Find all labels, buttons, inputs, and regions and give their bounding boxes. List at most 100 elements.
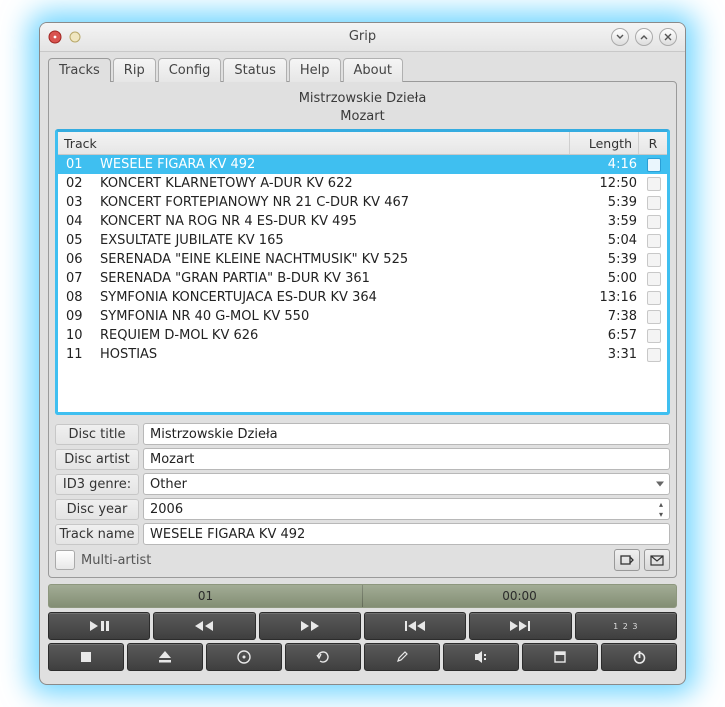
track-length: 7:38 <box>575 309 643 324</box>
eject-button[interactable] <box>127 643 203 671</box>
track-row[interactable]: 05EXSULTATE JUBILATE KV 1655:04 <box>58 231 667 250</box>
rip-checkbox[interactable] <box>647 348 661 362</box>
track-rip-cell[interactable] <box>643 177 667 191</box>
track-length: 6:57 <box>575 328 643 343</box>
disc-title-label: Disc title <box>55 424 139 445</box>
track-row[interactable]: 02KONCERT KLARNETOWY A-DUR KV 62212:50 <box>58 174 667 193</box>
track-column-headers[interactable]: Track Length R <box>58 132 667 155</box>
tab-help[interactable]: Help <box>289 58 341 82</box>
disc-year-spin[interactable] <box>143 498 670 520</box>
track-number: 10 <box>58 328 94 343</box>
track-title: REQUIEM D-MOL KV 626 <box>94 328 575 343</box>
edit-track-button[interactable] <box>364 643 440 671</box>
compact-mode-button[interactable] <box>522 643 598 671</box>
disc-title-input[interactable] <box>143 423 670 445</box>
rip-checkbox[interactable] <box>647 329 661 343</box>
multi-artist-label: Multi-artist <box>81 553 151 568</box>
track-length: 5:04 <box>575 233 643 248</box>
track-row[interactable]: 10REQUIEM D-MOL KV 6266:57 <box>58 326 667 345</box>
track-rip-cell[interactable] <box>643 329 667 343</box>
album-header: Mistrzowskie Dzieła Mozart <box>55 88 670 129</box>
track-rip-cell[interactable] <box>643 196 667 210</box>
disc-artist-input[interactable] <box>143 448 670 470</box>
tab-tracks[interactable]: Tracks <box>48 58 111 82</box>
track-rip-cell[interactable] <box>643 272 667 286</box>
multi-artist-checkbox[interactable] <box>55 550 75 570</box>
rip-checkbox[interactable] <box>647 291 661 305</box>
tab-bar: Tracks Rip Config Status Help About <box>48 58 677 82</box>
col-header-rip[interactable]: R <box>639 132 667 154</box>
track-length: 4:16 <box>575 157 643 172</box>
prev-track-button[interactable] <box>364 612 466 640</box>
tab-rip[interactable]: Rip <box>113 58 156 82</box>
track-rip-cell[interactable] <box>643 348 667 362</box>
playback-progress[interactable]: 01 00:00 <box>48 584 677 608</box>
track-rip-cell[interactable] <box>643 310 667 324</box>
forward-button[interactable] <box>259 612 361 640</box>
tab-about[interactable]: About <box>343 58 403 82</box>
play-pause-button[interactable] <box>48 612 150 640</box>
track-title: SERENADA "EINE KLEINE NACHTMUSIK" KV 525 <box>94 252 575 267</box>
track-title: KONCERT KLARNETOWY A-DUR KV 622 <box>94 176 575 191</box>
track-rip-cell[interactable] <box>643 158 667 172</box>
track-rip-cell[interactable] <box>643 215 667 229</box>
rip-checkbox[interactable] <box>647 253 661 267</box>
maximize-button[interactable] <box>635 28 653 46</box>
quit-button[interactable] <box>601 643 677 671</box>
rewind-button[interactable] <box>153 612 255 640</box>
tab-status[interactable]: Status <box>223 58 286 82</box>
rip-checkbox[interactable] <box>647 158 661 172</box>
track-row[interactable]: 03KONCERT FORTEPIANOWY NR 21 C-DUR KV 46… <box>58 193 667 212</box>
tab-config[interactable]: Config <box>158 58 222 82</box>
id3-genre-select[interactable] <box>143 473 670 495</box>
rip-checkbox[interactable] <box>647 196 661 210</box>
stop-button[interactable] <box>48 643 124 671</box>
rip-checkbox[interactable] <box>647 215 661 229</box>
volume-button[interactable] <box>443 643 519 671</box>
track-row[interactable]: 04KONCERT NA RÓG NR 4 ES-DUR KV 4953:59 <box>58 212 667 231</box>
app-icon <box>48 30 62 44</box>
window-title: Grip <box>40 29 685 44</box>
track-title: SYMFONIA KONCERTUJACA ES-DUR KV 364 <box>94 290 575 305</box>
app-window: Grip Tracks Rip Config Status Hel <box>39 22 686 685</box>
col-header-length[interactable]: Length <box>570 132 639 154</box>
rip-checkbox[interactable] <box>647 234 661 248</box>
track-row[interactable]: 08SYMFONIA KONCERTUJACA ES-DUR KV 36413:… <box>58 288 667 307</box>
track-rip-cell[interactable] <box>643 234 667 248</box>
track-row[interactable]: 06SERENADA "EINE KLEINE NACHTMUSIK" KV 5… <box>58 250 667 269</box>
save-disc-info-button[interactable] <box>614 549 640 571</box>
track-number: 04 <box>58 214 94 229</box>
track-name-label: Track name <box>55 524 139 545</box>
shade-icon[interactable] <box>68 30 82 44</box>
direct-track-button[interactable]: 1 2 3 <box>575 612 677 640</box>
rip-checkbox[interactable] <box>647 272 661 286</box>
multi-artist-toggle[interactable]: Multi-artist <box>55 550 151 570</box>
rip-checkbox[interactable] <box>647 310 661 324</box>
track-row[interactable]: 11HOSTIAS3:31 <box>58 345 667 364</box>
track-rip-cell[interactable] <box>643 253 667 267</box>
track-row[interactable]: 09SYMFONIA NR 40 G-MOL KV 5507:38 <box>58 307 667 326</box>
track-number: 03 <box>58 195 94 210</box>
track-list[interactable]: Track Length R 01WESELE FIGARA KV 4924:1… <box>55 129 670 415</box>
next-track-button[interactable] <box>469 612 571 640</box>
cddb-scan-button[interactable] <box>206 643 282 671</box>
track-length: 5:39 <box>575 252 643 267</box>
track-row[interactable]: 07SERENADA "GRAN PARTIA" B-DUR KV 3615:0… <box>58 269 667 288</box>
track-length: 13:16 <box>575 290 643 305</box>
close-button[interactable] <box>659 28 677 46</box>
track-number: 07 <box>58 271 94 286</box>
track-name-input[interactable] <box>143 523 670 545</box>
track-row[interactable]: 01WESELE FIGARA KV 4924:16 <box>58 155 667 174</box>
album-artist: Mozart <box>55 108 670 126</box>
minimize-button[interactable] <box>611 28 629 46</box>
track-title: KONCERT FORTEPIANOWY NR 21 C-DUR KV 467 <box>94 195 575 210</box>
track-title: WESELE FIGARA KV 492 <box>94 157 575 172</box>
toggle-loop-button[interactable] <box>285 643 361 671</box>
track-title: KONCERT NA RÓG NR 4 ES-DUR KV 495 <box>94 214 575 229</box>
track-number: 11 <box>58 347 94 362</box>
track-rip-cell[interactable] <box>643 291 667 305</box>
rip-checkbox[interactable] <box>647 177 661 191</box>
submit-disc-info-button[interactable] <box>644 549 670 571</box>
progress-track-number: 01 <box>49 585 362 607</box>
col-header-track[interactable]: Track <box>58 132 570 154</box>
